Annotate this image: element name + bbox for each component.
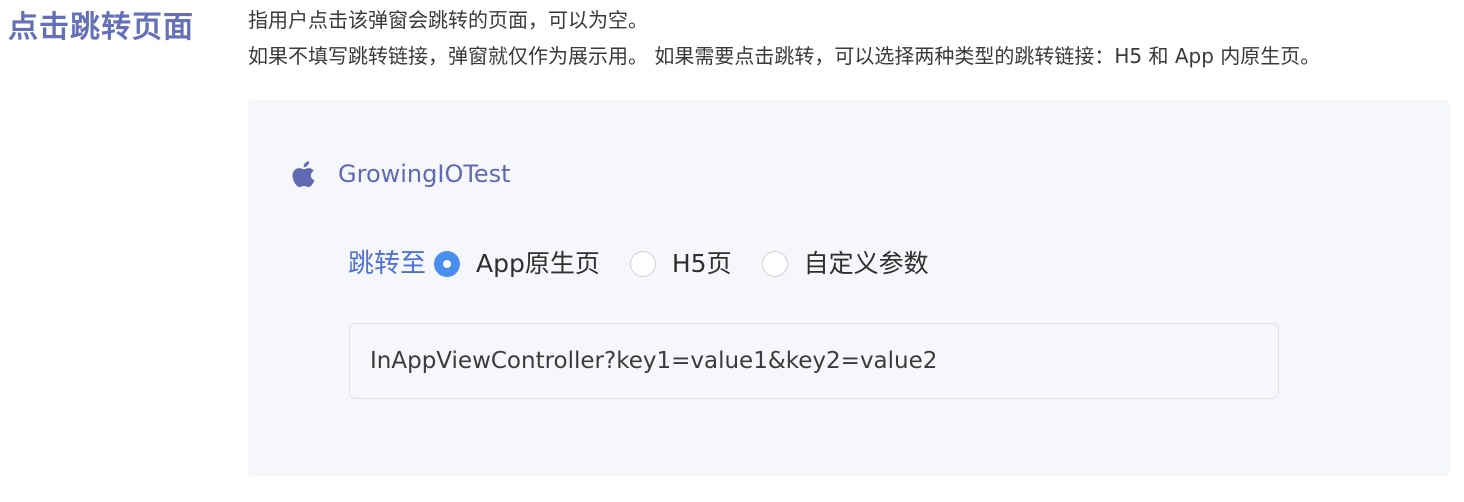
section-description-line-1: 指用户点击该弹窗会跳转的页面，可以为空。 (248, 8, 648, 32)
jump-target-label: 跳转至 (348, 249, 427, 279)
radio-button-checked[interactable] (434, 251, 461, 277)
apple-icon (292, 160, 318, 188)
radio-label-custom-params: 自定义参数 (803, 249, 929, 278)
radio-label-h5: H5页 (671, 249, 732, 278)
radio-button-unchecked[interactable] (761, 251, 788, 277)
radio-option-h5[interactable]: H5页 (629, 246, 732, 282)
app-row: GrowingIOTest (292, 158, 511, 190)
page: 点击跳转页面 指用户点击该弹窗会跳转的页面，可以为空。 如果不填写跳转链接，弹窗… (0, 0, 1464, 502)
section-title: 点击跳转页面 (8, 10, 194, 45)
radio-label-app-native: App原生页 (476, 249, 600, 278)
app-name: GrowingIOTest (338, 160, 511, 188)
jump-target-row: 跳转至 App原生页 H5页 自定义参数 (348, 246, 959, 282)
radio-option-custom-params[interactable]: 自定义参数 (761, 246, 929, 282)
jump-url-input[interactable] (349, 323, 1279, 399)
config-panel: GrowingIOTest 跳转至 App原生页 H5页 自定义参数 (248, 100, 1450, 476)
radio-option-app-native[interactable]: App原生页 (434, 246, 600, 282)
radio-button-unchecked[interactable] (629, 251, 656, 277)
section-description-line-2: 如果不填写跳转链接，弹窗就仅作为展示用。 如果需要点击跳转，可以选择两种类型的跳… (248, 44, 1321, 68)
